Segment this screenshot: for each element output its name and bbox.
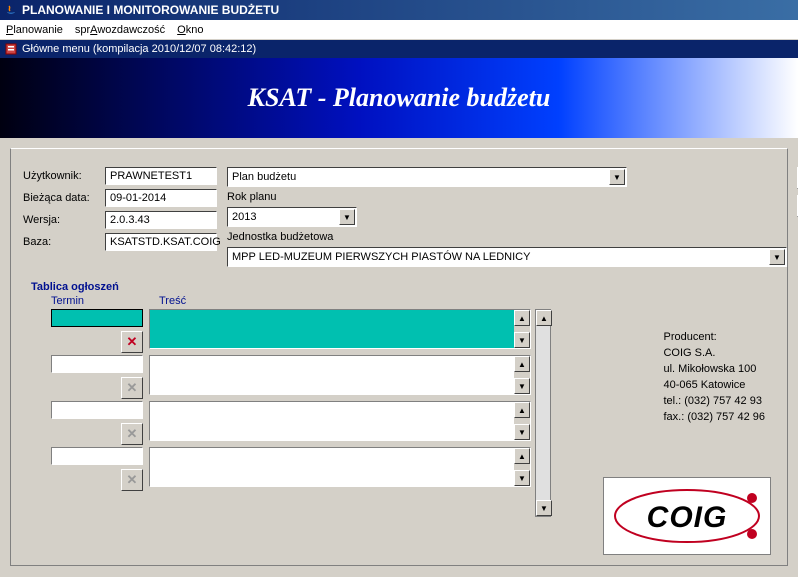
subwindow-titlebar: Główne menu (kompilacja 2010/12/07 08:42… [0,40,798,58]
textarea-scrollbar[interactable]: ▲ ▼ [514,402,530,440]
scroll-down-icon[interactable]: ▼ [514,470,530,486]
label-db: Baza: [23,236,99,248]
field-version: 2.0.3.43 [105,211,217,229]
field-date: 09-01-2014 [105,189,217,207]
chevron-down-icon[interactable]: ▼ [339,209,355,225]
coig-logo: COIG [603,477,771,555]
col-tresc: Treść [159,295,186,307]
termin-input[interactable] [51,447,143,465]
field-user: PRAWNETEST1 [105,167,217,185]
banner-text: KSAT - Planowanie budżetu [248,83,551,113]
label-unit: Jednostka budżetowa [227,231,787,243]
scroll-down-icon[interactable]: ▼ [514,378,530,394]
label-user: Użytkownik: [23,170,99,182]
tablica-row: ✕ ▲ ▼ [51,401,531,419]
producer-line: Producent: [663,329,765,345]
scroll-up-icon[interactable]: ▲ [536,310,552,326]
menu-sprawozdawczosc[interactable]: sprAwozdawczość [75,24,165,36]
tablica-row: ✕ ▲ ▼ [51,309,531,327]
col-termin: Termin [51,295,143,307]
tresc-textarea[interactable]: ▲ ▼ [149,447,531,487]
java-icon [4,3,18,17]
tresc-textarea[interactable]: ▲ ▼ [149,309,531,349]
combo-unit[interactable]: MPP LED-MUZEUM PIERWSZYCH PIASTÓW NA LED… [227,247,787,267]
tablica-title: Tablica ogłoszeń [31,281,775,293]
scroll-up-icon[interactable]: ▲ [514,448,530,464]
plan-column: Plan budżetu ▼ Rok planu 2013 ▼ Jednostk… [227,167,787,267]
producer-line: tel.: (032) 757 42 93 [663,393,765,409]
scroll-down-icon[interactable]: ▼ [536,500,552,516]
delete-button: ✕ [121,423,143,445]
banner: KSAT - Planowanie budżetu [0,58,798,138]
window-titlebar: PLANOWANIE I MONITOROWANIE BUDŻETU [0,0,798,20]
chevron-down-icon[interactable]: ▼ [609,169,625,185]
scroll-down-icon[interactable]: ▼ [514,424,530,440]
list-scrollbar[interactable]: ▲ ▼ [535,309,551,517]
label-date: Bieżąca data: [23,192,99,204]
label-year: Rok planu [227,191,787,203]
tablica-row: ✕ ▲ ▼ [51,447,531,465]
window-title: PLANOWANIE I MONITOROWANIE BUDŻETU [22,3,279,17]
delete-button: ✕ [121,469,143,491]
producer-line: ul. Mikołowska 100 [663,361,765,377]
close-icon: ✕ [127,426,138,442]
label-version: Wersja: [23,214,99,226]
producer-line: COIG S.A. [663,345,765,361]
close-icon: ✕ [127,380,138,396]
tresc-textarea[interactable]: ▲ ▼ [149,355,531,395]
combo-plan[interactable]: Plan budżetu ▼ [227,167,627,187]
scroll-down-icon[interactable]: ▼ [514,332,530,348]
menu-okno[interactable]: Okno [177,24,203,36]
scroll-up-icon[interactable]: ▲ [514,310,530,326]
info-column: Użytkownik: PRAWNETEST1 Bieżąca data: 09… [23,167,217,255]
field-db: KSATSTD.KSAT.COIG [105,233,217,251]
termin-input[interactable] [51,401,143,419]
close-icon: ✕ [127,334,138,350]
tablica-header: Termin Treść [51,295,775,307]
main-panel: Użytkownik: PRAWNETEST1 Bieżąca data: 09… [10,148,788,566]
combo-year[interactable]: 2013 ▼ [227,207,357,227]
textarea-scrollbar[interactable]: ▲ ▼ [514,356,530,394]
textarea-scrollbar[interactable]: ▲ ▼ [514,448,530,486]
form-icon [4,42,18,56]
producer-line: fax.: (032) 757 42 96 [663,409,765,425]
menu-planowanie[interactable]: PPlanowanielanowanie [6,24,63,36]
scroll-up-icon[interactable]: ▲ [514,402,530,418]
subwindow-title: Główne menu (kompilacja 2010/12/07 08:42… [22,43,256,55]
termin-input[interactable] [51,309,143,327]
termin-input[interactable] [51,355,143,373]
tresc-textarea[interactable]: ▲ ▼ [149,401,531,441]
delete-button[interactable]: ✕ [121,331,143,353]
delete-button: ✕ [121,377,143,399]
chevron-down-icon[interactable]: ▼ [769,249,785,265]
scroll-up-icon[interactable]: ▲ [514,356,530,372]
menubar: PPlanowanielanowanie sprAwozdawczość Okn… [0,20,798,40]
textarea-scrollbar[interactable]: ▲ ▼ [514,310,530,348]
producer-line: 40-065 Katowice [663,377,765,393]
producer-info: Producent: COIG S.A. ul. Mikołowska 100 … [663,329,765,425]
tablica-row: ✕ ▲ ▼ [51,355,531,373]
close-icon: ✕ [127,472,138,488]
svg-text:COIG: COIG [647,501,728,534]
